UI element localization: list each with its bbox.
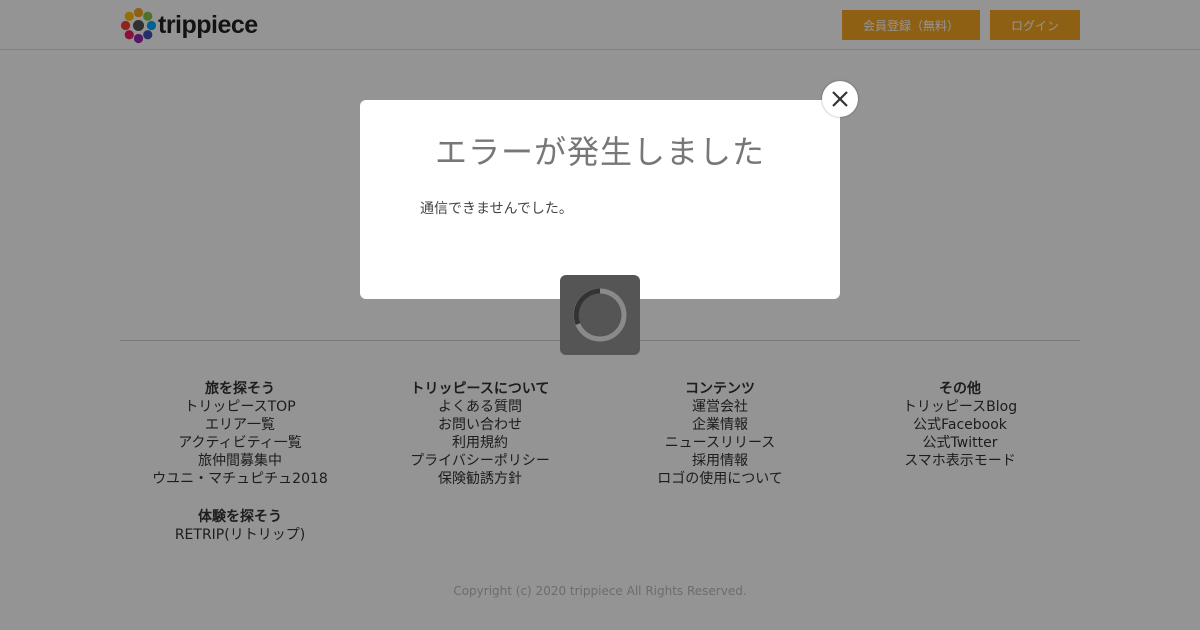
- loading-indicator: [560, 275, 640, 355]
- error-dialog: エラーが発生しました 通信できませんでした。: [360, 100, 840, 299]
- dialog-title: エラーが発生しました: [434, 133, 765, 171]
- dialog-message: 通信できませんでした。: [420, 201, 573, 217]
- loading-spinner-icon: [573, 288, 627, 342]
- close-icon: [832, 91, 848, 107]
- close-button[interactable]: [822, 81, 858, 117]
